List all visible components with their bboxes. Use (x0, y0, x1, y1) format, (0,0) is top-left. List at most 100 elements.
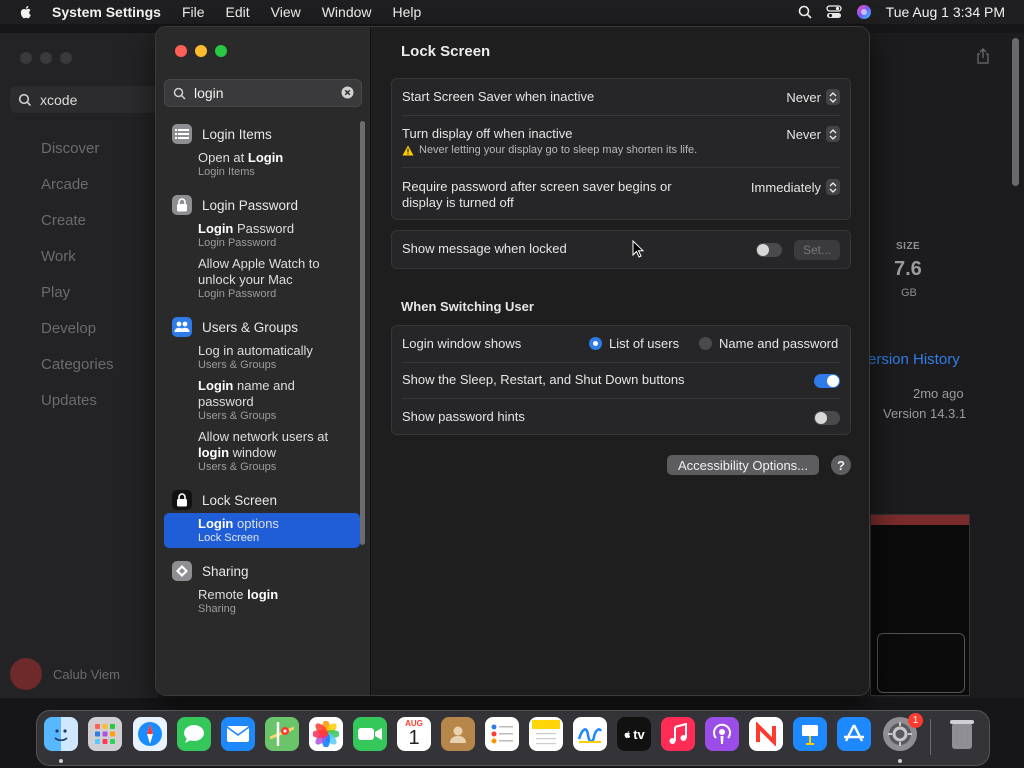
freeform-icon[interactable] (573, 717, 607, 751)
display-off-value: Never (786, 126, 821, 142)
password-hints-row: Show password hints (402, 409, 840, 427)
bg-nav-work[interactable]: Work (41, 248, 76, 265)
keynote-icon[interactable] (793, 717, 827, 751)
radio-dot (589, 337, 602, 350)
sidebar-scrollbar[interactable] (360, 121, 365, 545)
require-password-popup[interactable]: Immediately (751, 179, 840, 195)
trash-icon[interactable] (945, 717, 979, 751)
contacts-icon[interactable] (441, 717, 475, 751)
bg-user-account[interactable]: Calub Viem (10, 658, 120, 690)
menu-file[interactable]: File (182, 4, 205, 20)
sidebar-category-login-items[interactable]: Login Items (164, 121, 360, 147)
launchpad-icon[interactable] (88, 717, 122, 751)
list-item[interactable]: Allow network users at login window User… (198, 426, 360, 477)
share-icon[interactable] (976, 48, 990, 64)
list-item[interactable]: Login Password Login Password (198, 218, 360, 253)
bg-nav-discover[interactable]: Discover (41, 140, 99, 157)
screen-saver-popup[interactable]: Never (786, 89, 840, 105)
display-settings-group: Start Screen Saver when inactive Never T… (391, 78, 851, 220)
radio-list-of-users[interactable]: List of users (589, 336, 679, 351)
messages-icon[interactable] (177, 717, 211, 751)
bg-version-history-link[interactable]: ersion History (868, 351, 960, 368)
mail-icon[interactable] (221, 717, 255, 751)
bg-minimize-dot (40, 52, 52, 64)
calendar-icon[interactable]: AUG 1 (397, 717, 431, 751)
result-subtitle: Login Items (198, 166, 255, 178)
display-off-label: Turn display off when inactive (402, 126, 573, 141)
sidebar-category-label: Lock Screen (202, 492, 278, 508)
menu-app-name[interactable]: System Settings (52, 4, 161, 20)
toggle-knob (827, 375, 839, 387)
sleep-buttons-toggle[interactable] (814, 374, 840, 388)
menu-clock[interactable]: Tue Aug 1 3:34 PM (886, 4, 1005, 20)
bg-screenshot-thumbnail[interactable] (870, 514, 970, 696)
list-item[interactable]: Remote login Sharing (198, 584, 360, 619)
result-title: Allow Apple Watch to unlock your Mac (198, 256, 320, 287)
radio-name-and-password[interactable]: Name and password (699, 336, 838, 351)
list-item[interactable]: Log in automatically Users & Groups (198, 340, 360, 375)
list-item[interactable]: Allow Apple Watch to unlock your Mac Log… (198, 253, 360, 304)
bg-nav-develop[interactable]: Develop (41, 320, 96, 337)
notification-badge: 1 (908, 713, 923, 728)
result-title-match: login (247, 587, 279, 602)
search-input[interactable] (192, 84, 336, 102)
app-store-icon[interactable] (837, 717, 871, 751)
display-off-popup[interactable]: Never (786, 126, 840, 142)
reminders-icon[interactable] (485, 717, 519, 751)
display-off-row: Turn display off when inactive Never let… (402, 126, 840, 158)
bg-nav-play[interactable]: Play (41, 284, 70, 301)
list-item[interactable]: Open at Login Login Items (198, 147, 360, 182)
notes-icon[interactable] (529, 717, 563, 751)
news-icon[interactable] (749, 717, 783, 751)
result-title: Login options (198, 516, 360, 532)
system-settings-icon[interactable]: 1 (883, 713, 923, 751)
siri-icon[interactable] (856, 4, 872, 20)
clear-search-icon[interactable] (341, 86, 354, 99)
maps-icon[interactable] (265, 717, 299, 751)
bg-nav-updates[interactable]: Updates (41, 392, 97, 409)
sidebar-category-lock-screen[interactable]: Lock Screen (164, 487, 360, 513)
sidebar-category-users-groups[interactable]: Users & Groups (164, 314, 360, 340)
apple-logo-icon[interactable] (18, 4, 34, 20)
spotlight-search-icon[interactable] (798, 5, 812, 19)
sidebar-search-field[interactable] (164, 79, 362, 107)
bg-scrollbar[interactable] (1012, 38, 1019, 186)
list-item[interactable]: Login name and password Users & Groups (198, 375, 360, 426)
apple-tv-icon[interactable]: tv (617, 717, 651, 751)
photos-icon[interactable] (309, 717, 343, 751)
search-results-list: Login Items Open at Login Login Items Lo… (164, 117, 360, 619)
result-title-post: Password (233, 221, 295, 236)
minimize-button[interactable] (195, 45, 207, 57)
show-message-toggle[interactable] (756, 243, 782, 257)
bg-search-field[interactable]: xcode (10, 86, 160, 113)
password-hints-label: Show password hints (402, 409, 525, 424)
bg-updated-ago: 2mo ago (913, 386, 964, 401)
menu-view[interactable]: View (271, 4, 301, 20)
sidebar-category-login-password[interactable]: Login Password (164, 192, 360, 218)
zoom-button[interactable] (215, 45, 227, 57)
music-icon[interactable] (661, 717, 695, 751)
set-message-button[interactable]: Set... (794, 240, 840, 260)
podcasts-icon[interactable] (705, 717, 739, 751)
password-hints-toggle[interactable] (814, 411, 840, 425)
bg-nav-categories[interactable]: Categories (41, 356, 114, 373)
sidebar-category-label: Sharing (202, 563, 249, 579)
accessibility-options-button[interactable]: Accessibility Options... (667, 455, 819, 475)
result-title-match: Login (198, 221, 234, 236)
login-window-label: Login window shows (402, 336, 522, 351)
bg-nav-arcade[interactable]: Arcade (41, 176, 89, 193)
control-center-icon[interactable] (826, 5, 842, 19)
close-button[interactable] (175, 45, 187, 57)
safari-icon[interactable] (133, 717, 167, 751)
facetime-icon[interactable] (353, 717, 387, 751)
menu-edit[interactable]: Edit (226, 4, 250, 20)
finder-icon[interactable] (44, 717, 78, 751)
help-button[interactable]: ? (831, 455, 851, 475)
menu-help[interactable]: Help (393, 4, 422, 20)
sidebar-category-sharing[interactable]: Sharing (164, 558, 360, 584)
bg-nav-create[interactable]: Create (41, 212, 86, 229)
result-subtitle: Users & Groups (198, 410, 277, 422)
result-subtitle: Login Password (198, 288, 277, 300)
menu-window[interactable]: Window (322, 4, 372, 20)
list-item-selected[interactable]: Login options Lock Screen (164, 513, 360, 548)
